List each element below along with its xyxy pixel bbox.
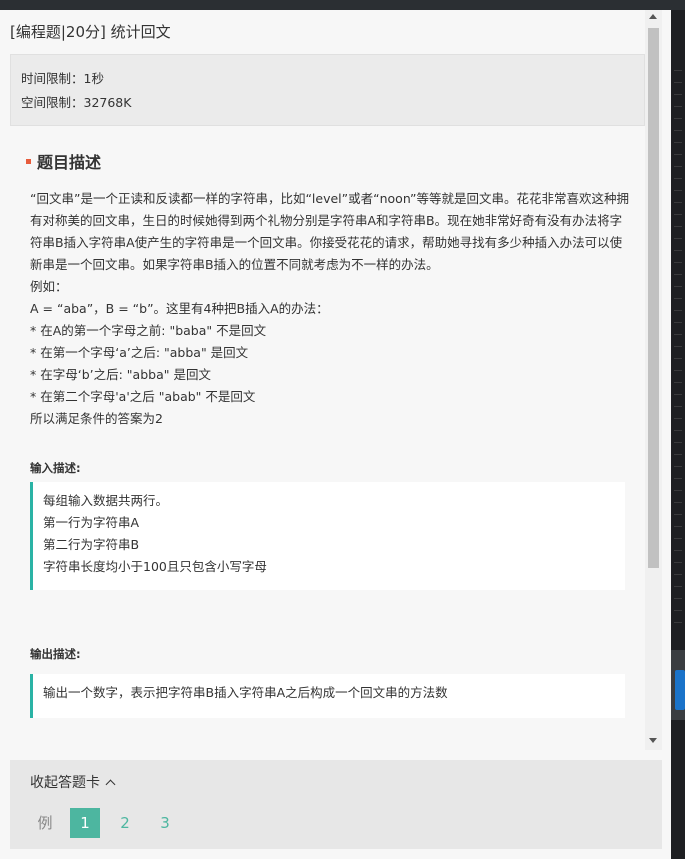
input-label: 输入描述: [30, 461, 81, 475]
limits-box: 时间限制：1秒 空间限制：32768K [10, 54, 645, 126]
problem-description: “回文串”是一个正读和反读都一样的字符串，比如“level”或者“noon”等等… [30, 188, 632, 430]
description-line: * 在第一个字母‘a’之后: "abba" 是回文 [30, 345, 249, 360]
description-line: * 在字母‘b’之后: "abba" 是回文 [30, 367, 211, 382]
vertical-scrollbar[interactable] [645, 10, 662, 750]
section-heading: 题目描述 [26, 149, 101, 173]
scroll-down-icon[interactable] [649, 738, 657, 743]
description-line: A = “aba”，B = “b”。这里有4种把B插入A的办法： [30, 301, 329, 316]
output-label: 输出描述: [30, 647, 81, 661]
input-line: 字符串长度均小于100且只包含小写字母 [43, 559, 267, 574]
scrollbar-thumb[interactable] [648, 28, 659, 568]
pager-item-2[interactable]: 2 [110, 808, 140, 838]
answer-card: 收起答题卡 例 1 2 3 [10, 760, 662, 849]
top-bar [0, 0, 685, 10]
collapse-label: 收起答题卡 [30, 775, 100, 791]
scroll-up-icon[interactable] [649, 14, 657, 19]
background-editor-strip [671, 10, 685, 859]
question-pager: 例 1 2 3 [30, 808, 190, 838]
time-limit: 时间限制：1秒 [21, 71, 104, 86]
collapse-answer-card-button[interactable]: 收起答题卡 [30, 772, 116, 792]
chevron-up-icon [105, 779, 116, 789]
problem-panel: [编程题|20分] 统计回文 时间限制：1秒 空间限制：32768K 题目描述 … [0, 10, 671, 859]
section-title: 题目描述 [37, 153, 102, 172]
pager-example[interactable]: 例 [30, 808, 60, 838]
description-line: * 在第二个字母'a'之后 "abab" 不是回文 [30, 389, 256, 404]
problem-scroll-area: [编程题|20分] 统计回文 时间限制：1秒 空间限制：32768K 题目描述 … [0, 10, 645, 750]
input-description-box: 每组输入数据共两行。 第一行为字符串A 第二行为字符串B 字符串长度均小于100… [30, 482, 625, 590]
output-description-box: 输出一个数字，表示把字符串B插入字符串A之后构成一个回文串的方法数 [30, 674, 625, 718]
input-line: 第二行为字符串B [43, 537, 140, 552]
section-mark-icon [26, 158, 31, 164]
editor-button[interactable] [675, 670, 685, 710]
description-line: * 在A的第一个字母之前: "baba" 不是回文 [30, 323, 267, 338]
input-line: 每组输入数据共两行。 [43, 493, 169, 508]
editor-lines [674, 70, 682, 630]
description-paragraph: “回文串”是一个正读和反读都一样的字符串，比如“level”或者“noon”等等… [30, 191, 630, 272]
problem-title: [编程题|20分] 统计回文 [10, 23, 171, 41]
pager-item-3[interactable]: 3 [150, 808, 180, 838]
description-line: 所以满足条件的答案为2 [30, 411, 163, 426]
space-limit: 空间限制：32768K [21, 95, 132, 110]
pager-item-1[interactable]: 1 [70, 808, 100, 838]
output-line: 输出一个数字，表示把字符串B插入字符串A之后构成一个回文串的方法数 [43, 685, 448, 700]
input-line: 第一行为字符串A [43, 515, 140, 530]
description-line: 例如： [30, 279, 68, 294]
